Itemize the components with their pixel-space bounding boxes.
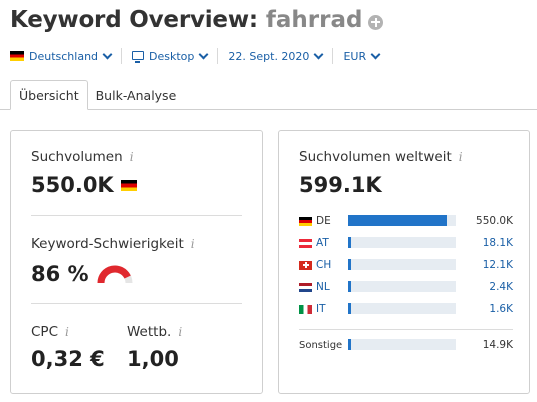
search-volume-value: 550.0K [31, 173, 137, 197]
volume-bar [348, 237, 456, 248]
chevron-down-icon [198, 49, 209, 59]
other-label: Sonstige [299, 339, 343, 351]
divider [217, 48, 219, 64]
page-title: Keyword Overview: [10, 7, 258, 33]
date-label: 22. Sept. 2020 [228, 49, 310, 63]
keyword-difficulty-label: Keyword-Schwierigkeit i [31, 236, 195, 252]
nl-flag-icon [299, 282, 312, 292]
info-icon[interactable]: i [65, 325, 69, 339]
keyword-difficulty-label-text: Keyword-Schwierigkeit [31, 236, 184, 252]
country-volume[interactable]: 18.1K [483, 237, 513, 249]
worldwide-volume-label: Suchvolumen weltweit i [299, 149, 463, 165]
volume-bar-fill [348, 281, 351, 292]
country-code: DE [316, 215, 331, 227]
device-selector[interactable]: Desktop [132, 49, 209, 63]
worldwide-volume-value: 599.1K [299, 173, 382, 197]
country-row-nl[interactable]: NL 2.4K [299, 279, 513, 295]
country-code[interactable]: CH [316, 259, 346, 271]
plus-circle-icon[interactable] [368, 14, 384, 30]
volume-bar-fill [348, 215, 448, 226]
difficulty-gauge-icon [97, 265, 133, 284]
at-flag-icon [299, 238, 312, 248]
country-selector[interactable]: Deutschland [10, 49, 113, 63]
divider [299, 329, 513, 330]
ch-flag-icon [299, 260, 312, 270]
search-volume-label: Suchvolumen i [31, 149, 134, 165]
volume-bar-fill [348, 237, 352, 248]
tab-bar: Übersicht Bulk-Analyse [10, 80, 184, 110]
volume-bar [348, 339, 456, 350]
keyword-difficulty-number: 86 % [31, 261, 89, 286]
volume-bar [348, 281, 456, 292]
de-flag-icon [299, 216, 312, 226]
currency-selector[interactable]: EUR [343, 49, 381, 63]
divider [31, 215, 242, 216]
divider [332, 48, 334, 64]
country-row-other: Sonstige 14.9K [299, 337, 513, 353]
cpc-value: 0,32 € [31, 347, 105, 371]
competition-label: Wettb. i [127, 324, 182, 340]
device-label: Desktop [149, 49, 195, 63]
keyword-title: fahrrad [265, 7, 363, 33]
info-icon[interactable]: i [459, 150, 463, 164]
chevron-down-icon [102, 49, 113, 59]
currency-label: EUR [343, 49, 367, 63]
date-selector[interactable]: 22. Sept. 2020 [228, 49, 324, 63]
cpc-label-text: CPC [31, 324, 58, 340]
volume-bar [348, 303, 456, 314]
overview-card: Suchvolumen i 550.0K Keyword-Schwierigke… [10, 130, 263, 394]
germany-flag-icon [120, 179, 137, 191]
country-row-it[interactable]: IT 1.6K [299, 301, 513, 317]
volume-bar-fill [348, 339, 351, 350]
worldwide-volume-label-text: Suchvolumen weltweit [299, 149, 452, 165]
chevron-down-icon [313, 49, 324, 59]
search-volume-label-text: Suchvolumen [31, 149, 123, 165]
desktop-icon [132, 50, 145, 63]
country-volume[interactable]: 12.1K [483, 259, 513, 271]
competition-label-text: Wettb. [127, 324, 172, 340]
volume-bar-fill [348, 259, 351, 270]
germany-flag-icon [10, 51, 24, 61]
country-volume[interactable]: 1.6K [489, 303, 513, 315]
search-volume-number: 550.0K [31, 173, 114, 197]
competition-value: 1,00 [127, 347, 179, 371]
country-code[interactable]: NL [316, 281, 346, 293]
country-row-at[interactable]: AT 18.1K [299, 235, 513, 251]
volume-bar [348, 215, 456, 226]
page-header: Keyword Overview: fahrrad [10, 4, 384, 36]
divider [31, 303, 242, 304]
info-icon[interactable]: i [191, 237, 195, 251]
info-icon[interactable]: i [178, 325, 182, 339]
cpc-label: CPC i [31, 324, 69, 340]
country-volume[interactable]: 2.4K [489, 281, 513, 293]
chevron-down-icon [370, 49, 381, 59]
info-icon[interactable]: i [130, 150, 134, 164]
country-row-de: DE 550.0K [299, 213, 513, 229]
volume-bar-fill [348, 303, 351, 314]
country-label: Deutschland [29, 49, 99, 63]
country-volume: 550.0K [476, 215, 513, 227]
it-flag-icon [299, 304, 312, 314]
keyword-difficulty-value: 86 % [31, 261, 133, 286]
worldwide-volume-card: Suchvolumen weltweit i 599.1K DE 550.0K AT… [278, 130, 530, 394]
tab-overview[interactable]: Übersicht [10, 80, 88, 110]
tab-bulk-analysis[interactable]: Bulk-Analyse [88, 80, 185, 110]
other-volume: 14.9K [482, 339, 513, 351]
country-code[interactable]: IT [316, 303, 346, 315]
volume-bar [348, 259, 456, 270]
divider [121, 48, 123, 64]
country-row-ch[interactable]: CH 12.1K [299, 257, 513, 273]
country-code[interactable]: AT [316, 237, 346, 249]
filter-bar: Deutschland Desktop 22. Sept. 2020 EUR [10, 46, 381, 66]
